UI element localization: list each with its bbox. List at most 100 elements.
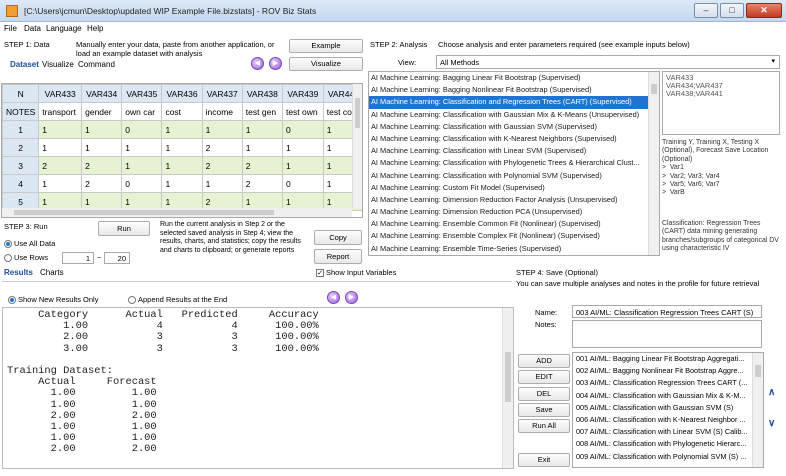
saved-analysis-item[interactable]: 006 AI/ML: Classification with K-Nearest… xyxy=(573,414,763,426)
method-item[interactable]: AI Machine Learning: Bagging Nonlinear F… xyxy=(369,84,659,96)
methods-list[interactable]: AI Machine Learning: Bagging Linear Fit … xyxy=(368,71,660,256)
methods-scrollbar[interactable] xyxy=(648,72,659,255)
method-item[interactable]: AI Machine Learning: Linear Fit Model (S… xyxy=(369,255,659,256)
grid-cell[interactable]: 0 xyxy=(121,174,163,193)
method-item[interactable]: AI Machine Learning: Ensemble Complex Fi… xyxy=(369,230,659,242)
grid-cell[interactable]: 1 xyxy=(38,174,83,193)
tab-visualize[interactable]: Visualize xyxy=(42,60,74,69)
delete-button[interactable]: DEL xyxy=(518,387,570,401)
method-item[interactable]: AI Machine Learning: Bagging Linear Fit … xyxy=(369,72,659,84)
grid-cell[interactable]: 1 xyxy=(281,156,324,175)
grid-header[interactable]: VAR438 xyxy=(241,84,283,103)
use-rows-radio[interactable]: Use Rows xyxy=(4,253,48,263)
menu-help[interactable]: Help xyxy=(87,24,103,33)
grid-header[interactable]: VAR436 xyxy=(161,84,203,103)
name-input[interactable]: 003 AI/ML: Classification Regression Tre… xyxy=(572,305,762,318)
save-button[interactable]: Save xyxy=(518,403,570,417)
grid-header[interactable]: VAR434 xyxy=(81,84,123,103)
grid-cell[interactable]: 1 xyxy=(38,138,83,157)
grid-cell[interactable]: 2 xyxy=(81,156,123,175)
grid-header[interactable]: VAR435 xyxy=(121,84,163,103)
results-scrollbar[interactable] xyxy=(502,308,513,468)
forward-icon[interactable]: ▶ xyxy=(345,291,358,304)
grid-cell[interactable]: 2 xyxy=(201,156,243,175)
menu-file[interactable]: File xyxy=(4,24,17,33)
grid-cell[interactable]: income xyxy=(201,102,243,121)
method-item[interactable]: AI Machine Learning: Classification and … xyxy=(369,96,659,109)
maximize-button[interactable]: □ xyxy=(720,3,744,18)
grid-cell[interactable]: transport xyxy=(38,102,83,121)
method-item[interactable]: AI Machine Learning: Classification with… xyxy=(369,157,659,169)
move-down-icon[interactable]: ∨ xyxy=(768,418,775,429)
row-from-input[interactable]: 1 xyxy=(62,252,94,264)
report-button[interactable]: Report xyxy=(314,249,362,264)
grid-cell[interactable]: 2 xyxy=(81,174,123,193)
method-item[interactable]: AI Machine Learning: Classification with… xyxy=(369,133,659,145)
grid-cell[interactable]: 1 xyxy=(81,120,123,139)
back-icon[interactable]: ◀ xyxy=(251,57,264,70)
grid-cell[interactable]: 1 xyxy=(201,120,243,139)
grid-cell[interactable]: 2 xyxy=(241,156,283,175)
notes-input[interactable] xyxy=(572,320,762,348)
grid-cell[interactable]: 1 xyxy=(161,156,203,175)
minimize-button[interactable]: – xyxy=(694,3,718,18)
show-input-variables-checkbox[interactable]: ✓ Show Input Variables xyxy=(316,268,396,278)
grid-cell[interactable]: 2 xyxy=(201,138,243,157)
menu-data[interactable]: Data xyxy=(24,24,41,33)
grid-cell[interactable]: own car xyxy=(121,102,163,121)
grid-cell[interactable]: 0 xyxy=(281,174,324,193)
method-item[interactable]: AI Machine Learning: Dimension Reduction… xyxy=(369,206,659,218)
tab-charts[interactable]: Charts xyxy=(40,268,64,277)
copy-button[interactable]: Copy xyxy=(314,230,362,245)
row-to-input[interactable]: 20 xyxy=(104,252,130,264)
grid-horizontal-scrollbar[interactable] xyxy=(2,208,352,217)
saved-analysis-item[interactable]: 002 AI/ML: Bagging Nonlinear Fit Bootstr… xyxy=(573,365,763,377)
saved-analysis-item[interactable]: 005 AI/ML: Classification with Gaussian … xyxy=(573,402,763,414)
variables-input[interactable]: VAR433 VAR434;VAR437 VAR438;VAR441 xyxy=(662,71,780,135)
saved-analyses-list[interactable]: 001 AI/ML: Bagging Linear Fit Bootstrap … xyxy=(572,352,764,468)
saved-analysis-item[interactable]: 001 AI/ML: Bagging Linear Fit Bootstrap … xyxy=(573,353,763,365)
tab-results[interactable]: Results xyxy=(4,268,33,277)
grid-cell[interactable]: gender xyxy=(81,102,123,121)
grid-cell[interactable]: 1 xyxy=(121,138,163,157)
method-item[interactable]: AI Machine Learning: Classification with… xyxy=(369,170,659,182)
grid-cell[interactable]: 1 xyxy=(121,156,163,175)
method-item[interactable]: AI Machine Learning: Ensemble Common Fit… xyxy=(369,218,659,230)
visualize-button[interactable]: Visualize xyxy=(289,57,363,71)
results-panel[interactable]: Category Actual Predicted Accuracy 1.00 … xyxy=(2,307,514,469)
grid-cell[interactable]: 0 xyxy=(281,120,324,139)
move-up-icon[interactable]: ∧ xyxy=(768,387,775,398)
grid-cell[interactable]: 1 xyxy=(161,174,203,193)
saved-analysis-item[interactable]: 007 AI/ML: Classification with Linear SV… xyxy=(573,426,763,438)
method-item[interactable]: AI Machine Learning: Classification with… xyxy=(369,145,659,157)
saved-analysis-item[interactable]: 003 AI/ML: Classification Regression Tre… xyxy=(573,377,763,389)
grid-vertical-scrollbar[interactable] xyxy=(352,84,362,208)
saved-analysis-item[interactable]: 004 AI/ML: Classification with Gaussian … xyxy=(573,390,763,402)
method-item[interactable]: AI Machine Learning: Ensemble Time-Serie… xyxy=(369,243,659,255)
saved-scrollbar[interactable] xyxy=(752,353,763,467)
grid-cell[interactable]: 1 xyxy=(38,120,83,139)
show-new-results-radio[interactable]: Show New Results Only xyxy=(8,295,98,305)
forward-icon[interactable]: ▶ xyxy=(269,57,282,70)
run-button[interactable]: Run xyxy=(98,221,150,236)
close-button[interactable]: ✕ xyxy=(746,3,782,18)
grid-header[interactable]: VAR439 xyxy=(281,84,324,103)
method-item[interactable]: AI Machine Learning: Classification with… xyxy=(369,109,659,121)
grid-cell[interactable]: 2 xyxy=(38,156,83,175)
grid-cell[interactable]: cost xyxy=(161,102,203,121)
run-all-button[interactable]: Run All xyxy=(518,419,570,433)
back-icon[interactable]: ◀ xyxy=(327,291,340,304)
grid-cell[interactable]: 1 xyxy=(241,120,283,139)
exit-button[interactable]: Exit xyxy=(518,453,570,467)
tab-dataset[interactable]: Dataset xyxy=(10,60,39,69)
grid-cell[interactable]: 0 xyxy=(121,120,163,139)
view-select[interactable]: All Methods ▾ xyxy=(436,55,780,69)
menu-language[interactable]: Language xyxy=(46,24,82,33)
example-button[interactable]: Example xyxy=(289,39,363,53)
edit-button[interactable]: EDIT xyxy=(518,370,570,384)
grid-cell[interactable]: test gen xyxy=(241,102,283,121)
grid-cell[interactable]: 1 xyxy=(241,138,283,157)
use-all-data-radio[interactable]: Use All Data xyxy=(4,239,55,249)
grid-cell[interactable]: 1 xyxy=(201,174,243,193)
grid-header[interactable]: VAR437 xyxy=(201,84,243,103)
